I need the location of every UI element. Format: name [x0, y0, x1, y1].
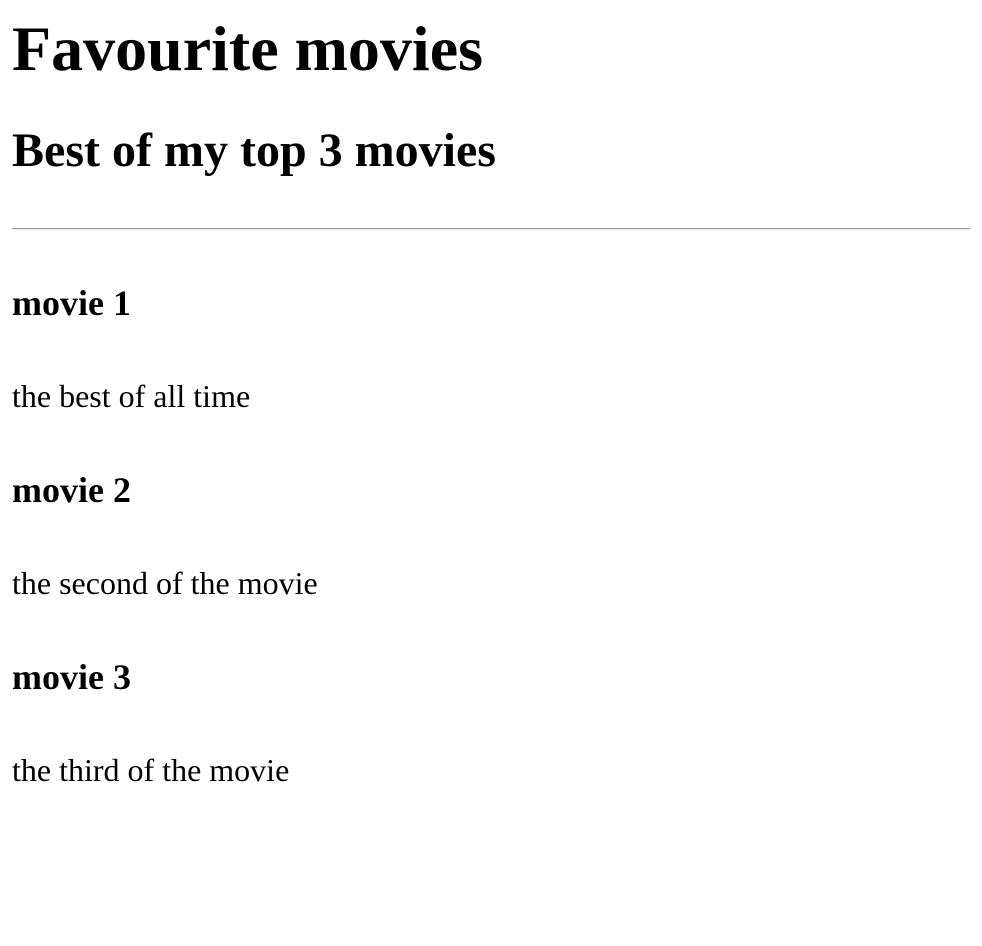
movie-description: the best of all time — [12, 378, 251, 414]
movie-item: movie 1 the best of all time — [12, 282, 970, 415]
page-title: Favourite movies — [12, 13, 483, 84]
page-subtitle: Best of my top 3 movies — [12, 124, 496, 177]
movie-description: the second of the movie — [12, 565, 318, 601]
movie-item: movie 2 the second of the movie — [12, 469, 970, 602]
movie-item: movie 3 the third of the movie — [12, 656, 970, 789]
movie-list: movie 1 the best of all time movie 2 the… — [12, 282, 970, 789]
page-content: Favourite movies Best of my top 3 movies… — [12, 0, 970, 789]
movie-description: the third of the movie — [12, 752, 290, 788]
divider — [12, 228, 970, 230]
movie-title: movie 1 — [12, 283, 131, 323]
movie-title: movie 2 — [12, 470, 131, 510]
movie-title: movie 3 — [12, 657, 131, 697]
